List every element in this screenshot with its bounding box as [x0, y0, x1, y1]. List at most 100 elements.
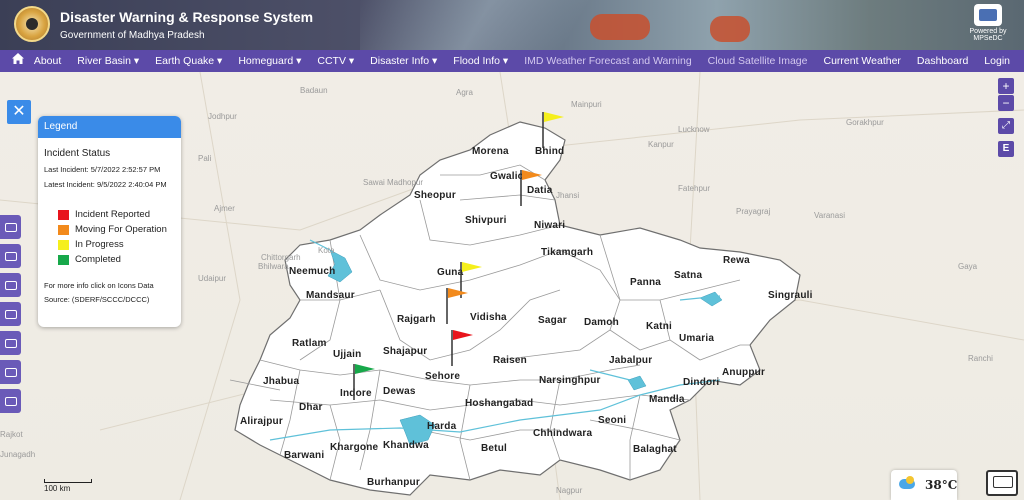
fullscreen-button[interactable]: ⤢ [998, 118, 1014, 134]
side-tab-button[interactable] [0, 389, 21, 413]
side-tab-button[interactable] [0, 331, 21, 355]
place-label: Ranchi [968, 354, 993, 363]
nav-cloud-satellite[interactable]: Cloud Satellite Image [700, 50, 816, 72]
place-label: Lucknow [678, 125, 710, 134]
district-label[interactable]: Umaria [679, 333, 714, 344]
district-label[interactable]: Betul [481, 443, 507, 454]
district-label[interactable]: Barwani [284, 450, 324, 461]
place-label: Badaun [300, 86, 328, 95]
incident-flag-yellow[interactable] [540, 110, 568, 150]
legend-item: Incident Reported [44, 207, 175, 222]
district-label[interactable]: Katni [646, 321, 672, 332]
place-label: Jhansi [556, 191, 580, 200]
district-label[interactable]: Neemuch [289, 266, 335, 277]
district-label[interactable]: Panna [630, 277, 661, 288]
chat-icon[interactable] [986, 470, 1018, 496]
place-label: Fatehpur [678, 184, 711, 193]
district-label[interactable]: Seoni [598, 415, 626, 426]
nav-dashboard[interactable]: Dashboard [909, 50, 976, 72]
mp-government-logo [14, 6, 50, 42]
nav-login[interactable]: Login [976, 50, 1024, 72]
incident-flag-orange[interactable] [518, 168, 546, 208]
side-tab-button[interactable] [0, 360, 21, 384]
side-tab-button[interactable] [0, 244, 21, 268]
place-label: Bhilwara [258, 262, 289, 271]
incident-flag-orange[interactable] [444, 286, 472, 326]
legend-title: Legend [38, 116, 181, 138]
district-label[interactable]: Rewa [723, 255, 750, 266]
district-label[interactable]: Ratlam [292, 338, 327, 349]
district-label[interactable]: Narsinghpur [539, 375, 601, 386]
zoom-out-button[interactable]: − [998, 95, 1014, 111]
legend-item-label: Moving For Operation [75, 224, 167, 235]
district-label[interactable]: Khargone [330, 442, 378, 453]
district-label[interactable]: Vidisha [470, 312, 507, 323]
district-label[interactable]: Rajgarh [397, 314, 436, 325]
district-label[interactable]: Satna [674, 270, 702, 281]
district-label[interactable]: Dewas [383, 386, 416, 397]
district-label[interactable]: Mandla [649, 394, 685, 405]
place-label: Chittorgarh [261, 253, 301, 262]
incident-flag-red[interactable] [449, 328, 477, 368]
district-label[interactable]: Hoshangabad [465, 398, 533, 409]
nav-disaster-info[interactable]: Disaster Info ▾ [362, 50, 445, 72]
close-legend-button[interactable]: ✕ [7, 100, 31, 124]
nav-current-weather[interactable]: Current Weather [815, 50, 908, 72]
nav-cctv[interactable]: CCTV ▾ [309, 50, 362, 72]
district-label[interactable]: Sagar [538, 315, 567, 326]
nav-homeguard[interactable]: Homeguard ▾ [230, 50, 309, 72]
side-tab-button[interactable] [0, 215, 21, 239]
sun-icon [906, 476, 914, 484]
district-label[interactable]: Jabalpur [609, 355, 652, 366]
zoom-in-button[interactable]: + [998, 78, 1014, 94]
mpsedc-logo-icon [974, 4, 1002, 26]
district-label[interactable]: Damoh [584, 317, 619, 328]
district-label[interactable]: Chhindwara [533, 428, 592, 439]
nav-about[interactable]: About [26, 50, 69, 72]
weather-widget[interactable]: 38°C [891, 470, 957, 500]
nav-flood-info[interactable]: Flood Info ▾ [445, 50, 516, 72]
place-label: Gorakhpur [846, 118, 884, 127]
place-label: Agra [456, 88, 473, 97]
legend-item-label: Incident Reported [75, 209, 150, 220]
nav-imd-weather[interactable]: IMD Weather Forecast and Warning [516, 50, 699, 72]
district-label[interactable]: Burhanpur [367, 477, 420, 488]
district-label[interactable]: Anuppur [722, 367, 765, 378]
district-label[interactable]: Sehore [425, 371, 460, 382]
legend-item-label: In Progress [75, 239, 124, 250]
place-label: Junagadh [0, 450, 36, 459]
district-label[interactable]: Sheopur [414, 190, 456, 201]
district-label[interactable]: Dindori [683, 377, 719, 388]
district-label[interactable]: Jhabua [263, 376, 299, 387]
district-label[interactable]: Balaghat [633, 444, 677, 455]
district-label[interactable]: Mandsaur [306, 290, 355, 301]
district-label[interactable]: Alirajpur [240, 416, 283, 427]
place-label: Varanasi [814, 211, 845, 220]
incident-flag-green[interactable] [351, 362, 379, 402]
district-label[interactable]: Raisen [493, 355, 527, 366]
district-label[interactable]: Ujjain [333, 349, 361, 360]
district-label[interactable]: Singrauli [768, 290, 813, 301]
legend-item: Moving For Operation [44, 222, 175, 237]
district-label[interactable]: Harda [427, 421, 456, 432]
main-navbar: About River Basin ▾ Earth Quake ▾ Homegu… [0, 50, 1024, 72]
nav-home[interactable] [0, 50, 26, 72]
district-label[interactable]: Tikamgarh [541, 247, 593, 258]
district-label[interactable]: Shivpuri [465, 215, 507, 226]
district-label[interactable]: Niwari [534, 220, 565, 231]
district-label[interactable]: Khandwa [383, 440, 429, 451]
yellow-swatch-icon [58, 239, 69, 250]
district-label[interactable]: Morena [472, 146, 509, 157]
side-tab-button[interactable] [0, 273, 21, 297]
district-label[interactable]: Shajapur [383, 346, 427, 357]
latest-incident-text: Latest Incident: 9/5/2022 2:40:04 PM [44, 180, 167, 189]
place-label: Rajkot [0, 430, 23, 439]
district-label[interactable]: Dhar [299, 402, 323, 413]
side-tab-button[interactable] [0, 302, 21, 326]
nav-river-basin[interactable]: River Basin ▾ [69, 50, 147, 72]
last-incident-text: Last Incident: 5/7/2022 2:52:57 PM [44, 165, 161, 174]
extent-button[interactable]: E [998, 141, 1014, 157]
place-label: Nagpur [556, 486, 583, 495]
place-label: Prayagraj [736, 207, 771, 216]
nav-earth-quake[interactable]: Earth Quake ▾ [147, 50, 230, 72]
